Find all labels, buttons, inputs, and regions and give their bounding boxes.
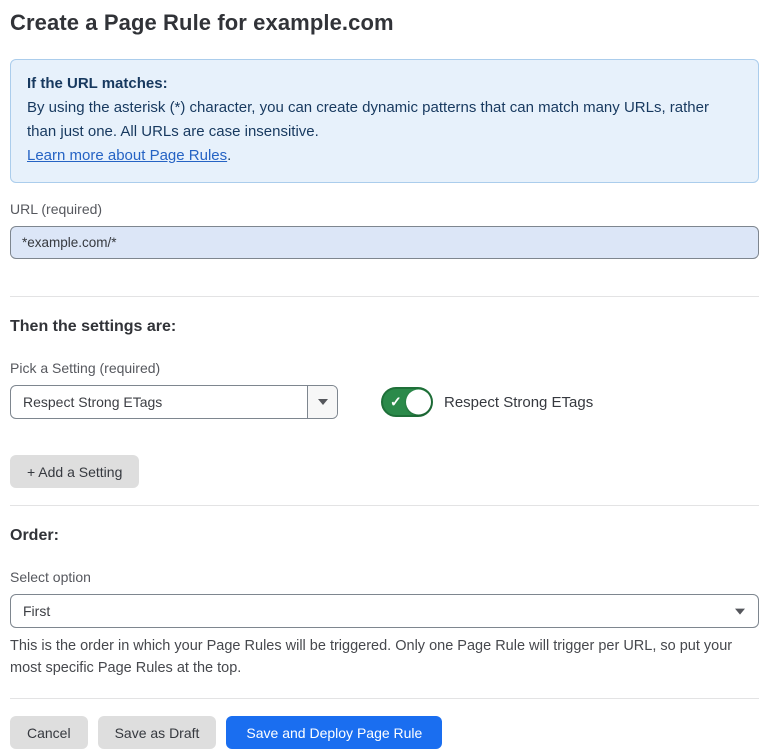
toggle-label: Respect Strong ETags (444, 394, 593, 411)
settings-section-heading: Then the settings are: (10, 318, 759, 336)
toggle-knob (406, 390, 431, 415)
save-draft-button[interactable]: Save as Draft (98, 716, 217, 749)
pick-setting-label: Pick a Setting (required) (10, 360, 759, 376)
section-divider (10, 505, 759, 506)
order-select-value: First (23, 603, 50, 619)
chevron-down-icon (735, 609, 745, 615)
order-select[interactable]: First (10, 594, 759, 628)
save-deploy-button[interactable]: Save and Deploy Page Rule (226, 716, 442, 749)
url-input[interactable] (10, 226, 759, 259)
cancel-button[interactable]: Cancel (10, 716, 88, 749)
url-match-info-box: If the URL matches: By using the asteris… (10, 59, 759, 183)
info-box-body: By using the asterisk (*) character, you… (27, 96, 742, 144)
setting-select[interactable]: Respect Strong ETags (10, 385, 338, 419)
respect-strong-etags-toggle[interactable]: ✓ (381, 387, 433, 417)
footer-divider (10, 698, 759, 699)
setting-row: Respect Strong ETags ✓ Respect Strong ET… (10, 385, 759, 419)
info-box-heading: If the URL matches: (27, 72, 742, 96)
add-setting-button[interactable]: + Add a Setting (10, 455, 139, 488)
url-field-label: URL (required) (10, 201, 759, 217)
info-box-link-line: Learn more about Page Rules. (27, 144, 742, 168)
setting-select-arrow-button[interactable] (307, 386, 337, 418)
check-icon: ✓ (390, 395, 402, 409)
setting-select-value: Respect Strong ETags (11, 386, 307, 418)
learn-more-link[interactable]: Learn more about Page Rules (27, 147, 227, 164)
footer-actions: Cancel Save as Draft Save and Deploy Pag… (10, 716, 759, 749)
order-select-label: Select option (10, 569, 759, 585)
order-section-heading: Order: (10, 527, 759, 545)
order-help-text: This is the order in which your Page Rul… (10, 635, 750, 679)
chevron-down-icon (318, 399, 328, 405)
link-period: . (227, 147, 231, 164)
section-divider (10, 296, 759, 297)
page-title: Create a Page Rule for example.com (10, 10, 759, 36)
setting-toggle-wrap: ✓ Respect Strong ETags (381, 387, 593, 417)
